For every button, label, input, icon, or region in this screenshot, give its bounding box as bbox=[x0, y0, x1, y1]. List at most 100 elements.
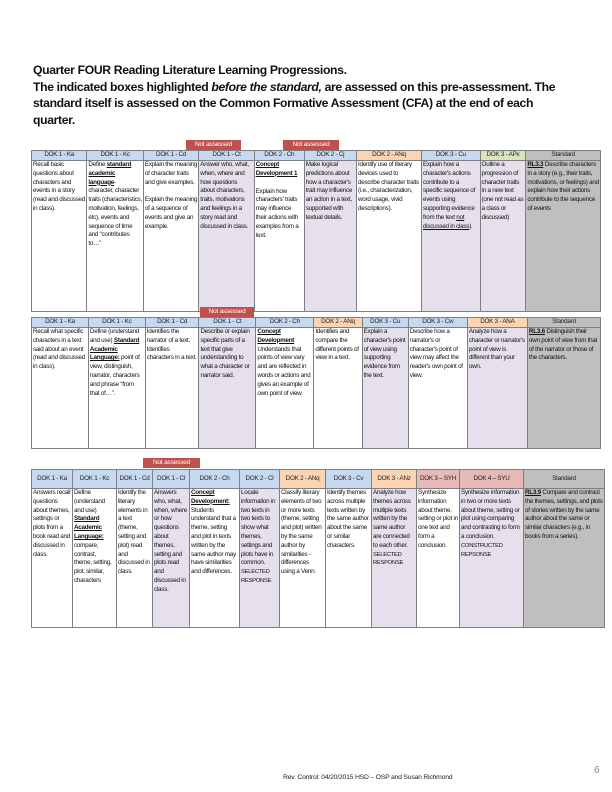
column-header: DOK 1 - Ct bbox=[198, 150, 255, 161]
column-header: DOK 1 - Ka bbox=[31, 317, 89, 328]
table-cell: Identify themes across multiple texts wr… bbox=[325, 488, 372, 628]
table-cell: Answers who, what, when, where or how qu… bbox=[152, 488, 190, 628]
column-header: DOK 2 - Ch bbox=[253, 150, 305, 161]
response-type-label: SELECTED RESPONSE bbox=[241, 569, 272, 584]
table-cell: Synthesize information about theme, sett… bbox=[416, 488, 460, 628]
column-header: DOK 3 - Cw bbox=[407, 317, 468, 328]
revision-footer: Rev. Control: 04/20/2015 HSD – OSP and S… bbox=[283, 774, 453, 781]
cell-text: compare, contrast, theme, setting, plot,… bbox=[74, 541, 112, 584]
table-cell: Define (understand and use) Standard Aca… bbox=[87, 327, 146, 449]
column-header: DOK 2 - Cl bbox=[239, 469, 280, 489]
column-header: DOK 3 - APx bbox=[479, 150, 527, 161]
table-cell: Describe or explain specific parts of a … bbox=[198, 327, 257, 449]
table-cell: Analyze how a character or narrator's po… bbox=[466, 327, 528, 449]
cell-text: Students understand that a theme, settin… bbox=[191, 506, 236, 576]
academic-language-term: Standard Academic Language: bbox=[74, 515, 104, 540]
column-header: DOK 1 - Ka bbox=[31, 469, 73, 489]
column-header: DOK 2 - ANq bbox=[279, 469, 326, 489]
standard-cell: RL3.9 Compare and contrast the themes, s… bbox=[523, 488, 605, 628]
table-cell: Classify literary elements of two or mor… bbox=[279, 488, 326, 628]
concept-development-label: Concept Development bbox=[257, 328, 295, 344]
column-header: DOK 3 - ANA bbox=[466, 317, 528, 328]
column-header: DOK 1 - Cd bbox=[144, 317, 200, 328]
cell-text: Understands that points of view vary and… bbox=[257, 345, 311, 397]
cell-text: Define bbox=[88, 161, 107, 168]
not-assessed-badge: Not assessed bbox=[186, 140, 241, 150]
intro-line-3: standard itself is assessed on the Commo… bbox=[33, 96, 534, 110]
progression-table-rl3-9: DOK 1 - Ka DOK 1 - Kc DOK 1 - Cd DOK 1 -… bbox=[31, 469, 605, 628]
intro-text: Quarter FOUR Reading Literature Learning… bbox=[33, 62, 593, 128]
cell-text: Analyze how themes across multiple texts… bbox=[373, 489, 411, 549]
table-header-row: DOK 1 - Ka DOK 1 - Kc DOK 1 - Cd DOK 1 -… bbox=[31, 317, 602, 328]
table-row: Recall what specific characters in a tex… bbox=[31, 327, 602, 449]
table-cell: Identify use of literary devices used to… bbox=[355, 160, 422, 312]
column-header: Standard bbox=[525, 150, 601, 161]
cell-text: Explain how a character's actions contri… bbox=[422, 161, 476, 221]
concept-development-label: Concept Development 1 bbox=[255, 161, 298, 177]
standard-cell: RL3.3 Describe characters in a story (e.… bbox=[525, 160, 601, 312]
column-header: DOK 1 - Cd bbox=[142, 150, 200, 161]
column-header: DOK 3 – SYH bbox=[416, 469, 460, 489]
page-number: 6 bbox=[594, 765, 600, 776]
table-cell: Synthesize information in two or more te… bbox=[459, 488, 524, 628]
column-header: Standard bbox=[526, 317, 602, 328]
column-header: DOK 2 - Ch bbox=[189, 469, 240, 489]
column-header: DOK 2 - ANq bbox=[355, 150, 422, 161]
table-cell: Answers recall questions about themes, s… bbox=[31, 488, 73, 628]
intro-line-4: quarter. bbox=[33, 112, 75, 127]
table-cell: Concept Development: Students understand… bbox=[189, 488, 240, 628]
column-header: DOK 1 - Kc bbox=[72, 469, 117, 489]
table-cell: Identifies the narrator of a text. Ident… bbox=[144, 327, 200, 449]
column-header: DOK 1 - Cd bbox=[116, 469, 153, 489]
cell-text: Explain the meaning of character traits … bbox=[144, 161, 198, 186]
column-header: DOK 1 - Kc bbox=[86, 150, 144, 161]
table-cell: Locate information in two texts in two t… bbox=[239, 488, 280, 628]
table-cell: Identify the literary elements in a text… bbox=[116, 488, 153, 628]
table-cell: Recall what specific characters in a tex… bbox=[31, 327, 89, 449]
column-header: DOK 3 - Cv bbox=[325, 469, 372, 489]
column-header: DOK 2 - Ch bbox=[255, 317, 315, 328]
standard-code: RL3.3 bbox=[527, 161, 544, 168]
table-cell: Define standard academic language- chara… bbox=[86, 160, 144, 312]
table-cell: Describe how a narrator's or character's… bbox=[407, 327, 468, 449]
concept-development-label: Concept Development: bbox=[191, 489, 230, 505]
table-header-row: DOK 1 - Ka DOK 1 - Kc DOK 1 - Cd DOK 1 -… bbox=[31, 469, 605, 489]
table-cell: Concept Development Understands that poi… bbox=[255, 327, 315, 449]
column-header: DOK 1 - Kc bbox=[87, 317, 146, 328]
table-cell: Outline a progression of character trait… bbox=[479, 160, 527, 312]
intro-emphasis: before the standard, bbox=[211, 79, 322, 94]
response-type-label: SELECTED RESPONSE bbox=[373, 551, 404, 567]
table-cell: Explain a character's point of view usin… bbox=[361, 327, 409, 449]
column-header: DOK 3 - ANz bbox=[371, 469, 417, 489]
table-header-row: DOK 1 - Ka DOK 1 - Kc DOK 1 - Cd DOK 1 -… bbox=[30, 150, 601, 161]
document-title: Quarter FOUR Reading Literature Learning… bbox=[33, 63, 347, 77]
standard-code: RL3.9 bbox=[525, 489, 541, 496]
not-assessed-badge: Not assessed bbox=[143, 458, 200, 468]
cell-text: Explain how characters' traits may influ… bbox=[255, 187, 299, 239]
column-header: DOK 3 - Cu bbox=[420, 150, 481, 161]
table-cell: Analyze how themes across multiple texts… bbox=[371, 488, 417, 628]
response-type-label: CONSTRUCTED REPSONSE bbox=[461, 542, 503, 558]
column-header: DOK 1 - Cl bbox=[152, 469, 190, 489]
intro-text-segment: The indicated boxes highlighted bbox=[33, 79, 212, 94]
column-header: DOK 2 - ANq bbox=[313, 317, 363, 328]
cell-text: Define (understand and use) bbox=[74, 489, 105, 514]
column-header: DOK 4 – SYU bbox=[459, 469, 524, 489]
table-cell: Make logical predictions about how a cha… bbox=[303, 160, 357, 312]
cell-text: - character, character traits (character… bbox=[88, 178, 142, 248]
standard-code: RL3.6 bbox=[528, 328, 545, 335]
table-cell: Explain how a character's actions contri… bbox=[420, 160, 481, 312]
not-assessed-badge: Not assessed bbox=[283, 140, 339, 150]
cell-text: Locate information in two texts in two t… bbox=[241, 489, 276, 567]
cell-text: Synthesize information in two or more te… bbox=[461, 489, 520, 540]
progression-table-rl3-6: DOK 1 - Ka DOK 1 - Kc DOK 1 - Cd DOK 1 -… bbox=[31, 317, 602, 449]
intro-line-2: The indicated boxes highlighted before t… bbox=[33, 79, 593, 96]
cell-text: ). bbox=[469, 222, 473, 230]
column-header: DOK 1 - Ct bbox=[198, 317, 257, 328]
progression-table-rl3-3: DOK 1 - Ka DOK 1 - Kc DOK 1 - Cd DOK 1 -… bbox=[30, 150, 601, 312]
not-assessed-badge: Not assessed bbox=[200, 307, 254, 317]
table-cell: Define (understand and use) Standard Aca… bbox=[72, 488, 117, 628]
column-header: DOK 2 - Cj bbox=[303, 150, 357, 161]
table-cell: Recall basic questions about characters … bbox=[30, 160, 88, 312]
column-header: Standard bbox=[523, 469, 605, 489]
